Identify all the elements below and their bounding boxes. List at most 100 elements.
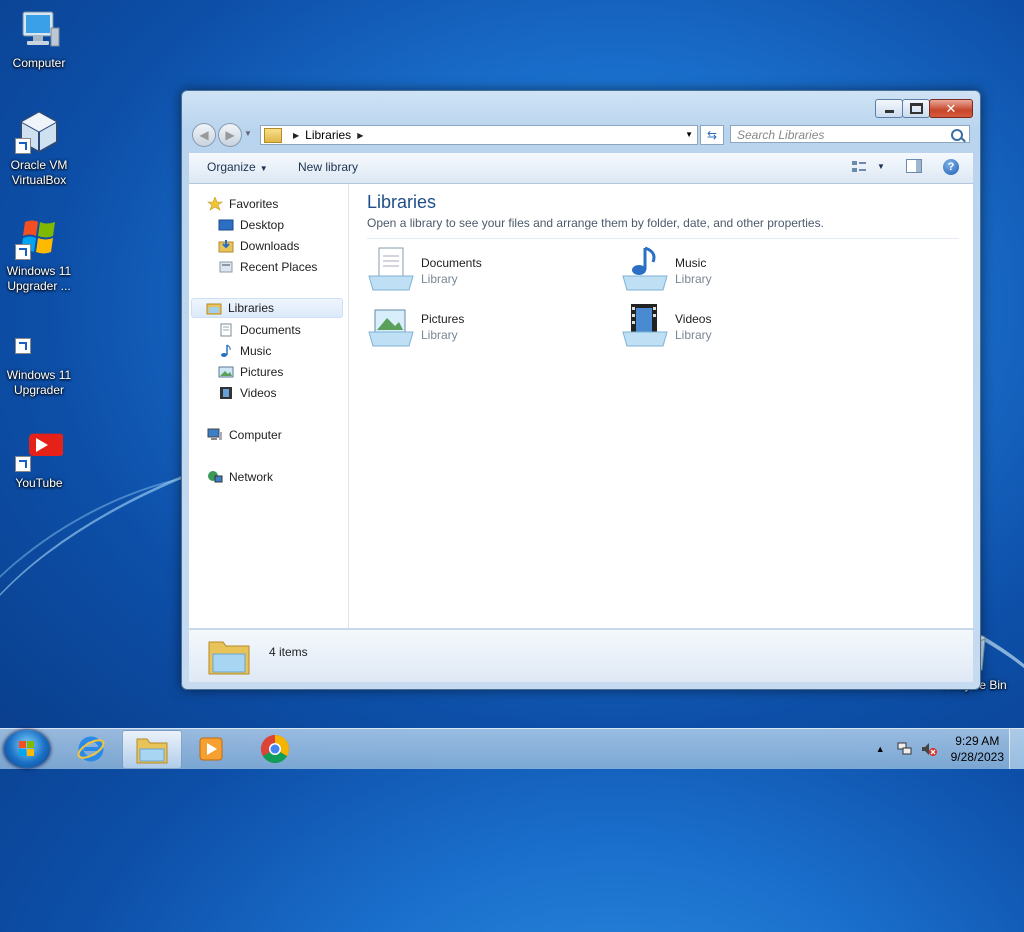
explorer-pane: Favorites Desktop Downloads Recent Place… <box>189 184 973 628</box>
back-arrow-icon: ◀ <box>199 128 209 142</box>
volume-muted-icon[interactable] <box>921 741 937 757</box>
refresh-icon: ⇆ <box>706 128 718 142</box>
desktop-icon <box>218 218 234 232</box>
divider <box>367 238 959 239</box>
close-button[interactable]: ✕ <box>929 99 973 118</box>
internet-explorer-icon <box>77 736 105 761</box>
clock[interactable]: 9:29 AM 9/28/2023 <box>951 733 1004 765</box>
desktop-icon-virtualbox[interactable]: Oracle VM VirtualBox <box>4 110 74 188</box>
help-button[interactable]: ? <box>943 159 959 175</box>
search-icon <box>951 129 963 141</box>
recent-pages-dropdown[interactable]: ▼ <box>244 129 252 138</box>
blank-app-icon <box>15 320 63 364</box>
nav-libraries[interactable]: Libraries <box>191 298 343 318</box>
computer-icon <box>207 428 223 442</box>
command-bar: Organize ▼ New library ▼ ? <box>189 153 973 184</box>
desktop-icon-computer[interactable]: Computer <box>4 8 74 71</box>
media-player-icon <box>199 737 223 760</box>
change-view-button[interactable] <box>851 159 867 175</box>
shortcut-arrow-icon <box>15 138 31 154</box>
show-desktop-button[interactable] <box>1009 729 1024 769</box>
organize-button[interactable]: Organize ▼ <box>207 160 268 174</box>
music-note-icon <box>218 344 234 358</box>
pictures-icon <box>218 365 234 379</box>
chrome-icon <box>261 734 289 763</box>
help-icon: ? <box>947 161 955 173</box>
youtube-icon <box>15 428 64 472</box>
search-input[interactable]: Search Libraries <box>730 125 970 143</box>
libraries-folder-icon <box>207 636 251 676</box>
nav-desktop[interactable]: Desktop <box>218 215 284 235</box>
view-icon <box>852 161 866 172</box>
pictures-library-icon <box>367 302 415 350</box>
explorer-folder-icon <box>136 738 168 763</box>
forward-arrow-icon: ▶ <box>225 128 235 142</box>
minimize-button[interactable] <box>875 99 903 118</box>
taskbar-internet-explorer[interactable] <box>62 730 120 767</box>
library-documents[interactable]: Documents Library <box>367 246 597 296</box>
taskbar-media-player[interactable] <box>182 730 240 767</box>
preview-pane-button[interactable] <box>906 159 922 173</box>
libraries-folder-icon <box>206 301 222 315</box>
nav-documents[interactable]: Documents <box>218 320 301 340</box>
nav-music[interactable]: Music <box>218 341 271 361</box>
view-dropdown[interactable]: ▼ <box>877 162 885 171</box>
library-music[interactable]: Music Library <box>621 246 851 296</box>
libraries-folder-icon <box>264 127 282 143</box>
minimize-icon <box>884 110 894 113</box>
nav-computer[interactable]: Computer <box>207 425 282 445</box>
nav-videos[interactable]: Videos <box>218 383 276 403</box>
shortcut-arrow-icon <box>15 456 31 472</box>
desktop-icon-windows11-upgrader-2[interactable]: Windows 11 Upgrader <box>4 320 74 398</box>
address-dropdown-icon[interactable]: ▼ <box>685 126 693 144</box>
taskbar-chrome[interactable] <box>246 730 304 767</box>
videos-library-icon <box>621 302 669 350</box>
desktop-icon-windows11-upgrader-1[interactable]: Windows 11 Upgrader ... <box>4 216 74 294</box>
nav-network[interactable]: Network <box>207 467 273 487</box>
maximize-button[interactable] <box>902 99 930 118</box>
content-area: Libraries Open a library to see your fil… <box>349 184 973 628</box>
library-videos[interactable]: Videos Library <box>621 302 851 352</box>
videos-icon <box>218 386 234 400</box>
start-button[interactable] <box>4 730 50 768</box>
star-icon <box>207 196 223 211</box>
back-button[interactable]: ◀ <box>192 123 216 147</box>
network-status-icon[interactable] <box>897 741 913 757</box>
documents-library-icon <box>367 246 415 294</box>
network-icon <box>207 470 223 484</box>
preview-pane-icon <box>916 160 921 172</box>
item-count: 4 items <box>269 645 308 659</box>
refresh-button[interactable]: ⇆ <box>700 125 724 145</box>
breadcrumb-arrow-icon[interactable]: ▶ <box>293 131 299 140</box>
system-tray: ▲ 9:29 AM 9/28/2023 <box>876 729 1004 769</box>
address-bar[interactable]: ▶ Libraries ▶ ▼ <box>260 125 698 145</box>
nav-recent-places[interactable]: Recent Places <box>218 257 317 277</box>
taskbar: ▲ 9:29 AM 9/28/2023 <box>0 728 1024 769</box>
library-pictures[interactable]: Pictures Library <box>367 302 597 352</box>
taskbar-windows-explorer[interactable] <box>122 730 182 769</box>
nav-pictures[interactable]: Pictures <box>218 362 283 382</box>
music-library-icon <box>621 246 669 294</box>
breadcrumb-arrow-icon[interactable]: ▶ <box>357 131 363 140</box>
close-icon: ✕ <box>945 100 957 116</box>
maximize-icon <box>909 103 923 114</box>
new-library-button[interactable]: New library <box>298 160 358 174</box>
window-controls: ✕ <box>875 99 973 118</box>
documents-icon <box>218 323 234 337</box>
computer-icon <box>15 8 63 52</box>
breadcrumb-libraries[interactable]: Libraries <box>305 128 351 142</box>
forward-button[interactable]: ▶ <box>218 123 242 147</box>
navigation-bar: ◀ ▶ ▼ ▶ Libraries ▶ ▼ ⇆ Search Libraries <box>190 123 972 147</box>
chevron-down-icon: ▼ <box>259 164 268 173</box>
windows-flag-icon <box>15 216 63 260</box>
desktop-icon-youtube[interactable]: YouTube <box>4 428 74 491</box>
nav-favorites[interactable]: Favorites <box>207 194 278 214</box>
nav-downloads[interactable]: Downloads <box>218 236 299 256</box>
explorer-window[interactable]: ✕ ◀ ▶ ▼ ▶ Libraries ▶ ▼ ⇆ Search Librari… <box>181 90 981 690</box>
show-hidden-icons-button[interactable]: ▲ <box>876 744 885 754</box>
details-pane: 4 items <box>189 629 973 682</box>
recent-places-icon <box>218 260 234 274</box>
navigation-pane: Favorites Desktop Downloads Recent Place… <box>189 184 349 628</box>
page-title: Libraries <box>367 192 437 212</box>
shortcut-arrow-icon <box>15 338 31 354</box>
